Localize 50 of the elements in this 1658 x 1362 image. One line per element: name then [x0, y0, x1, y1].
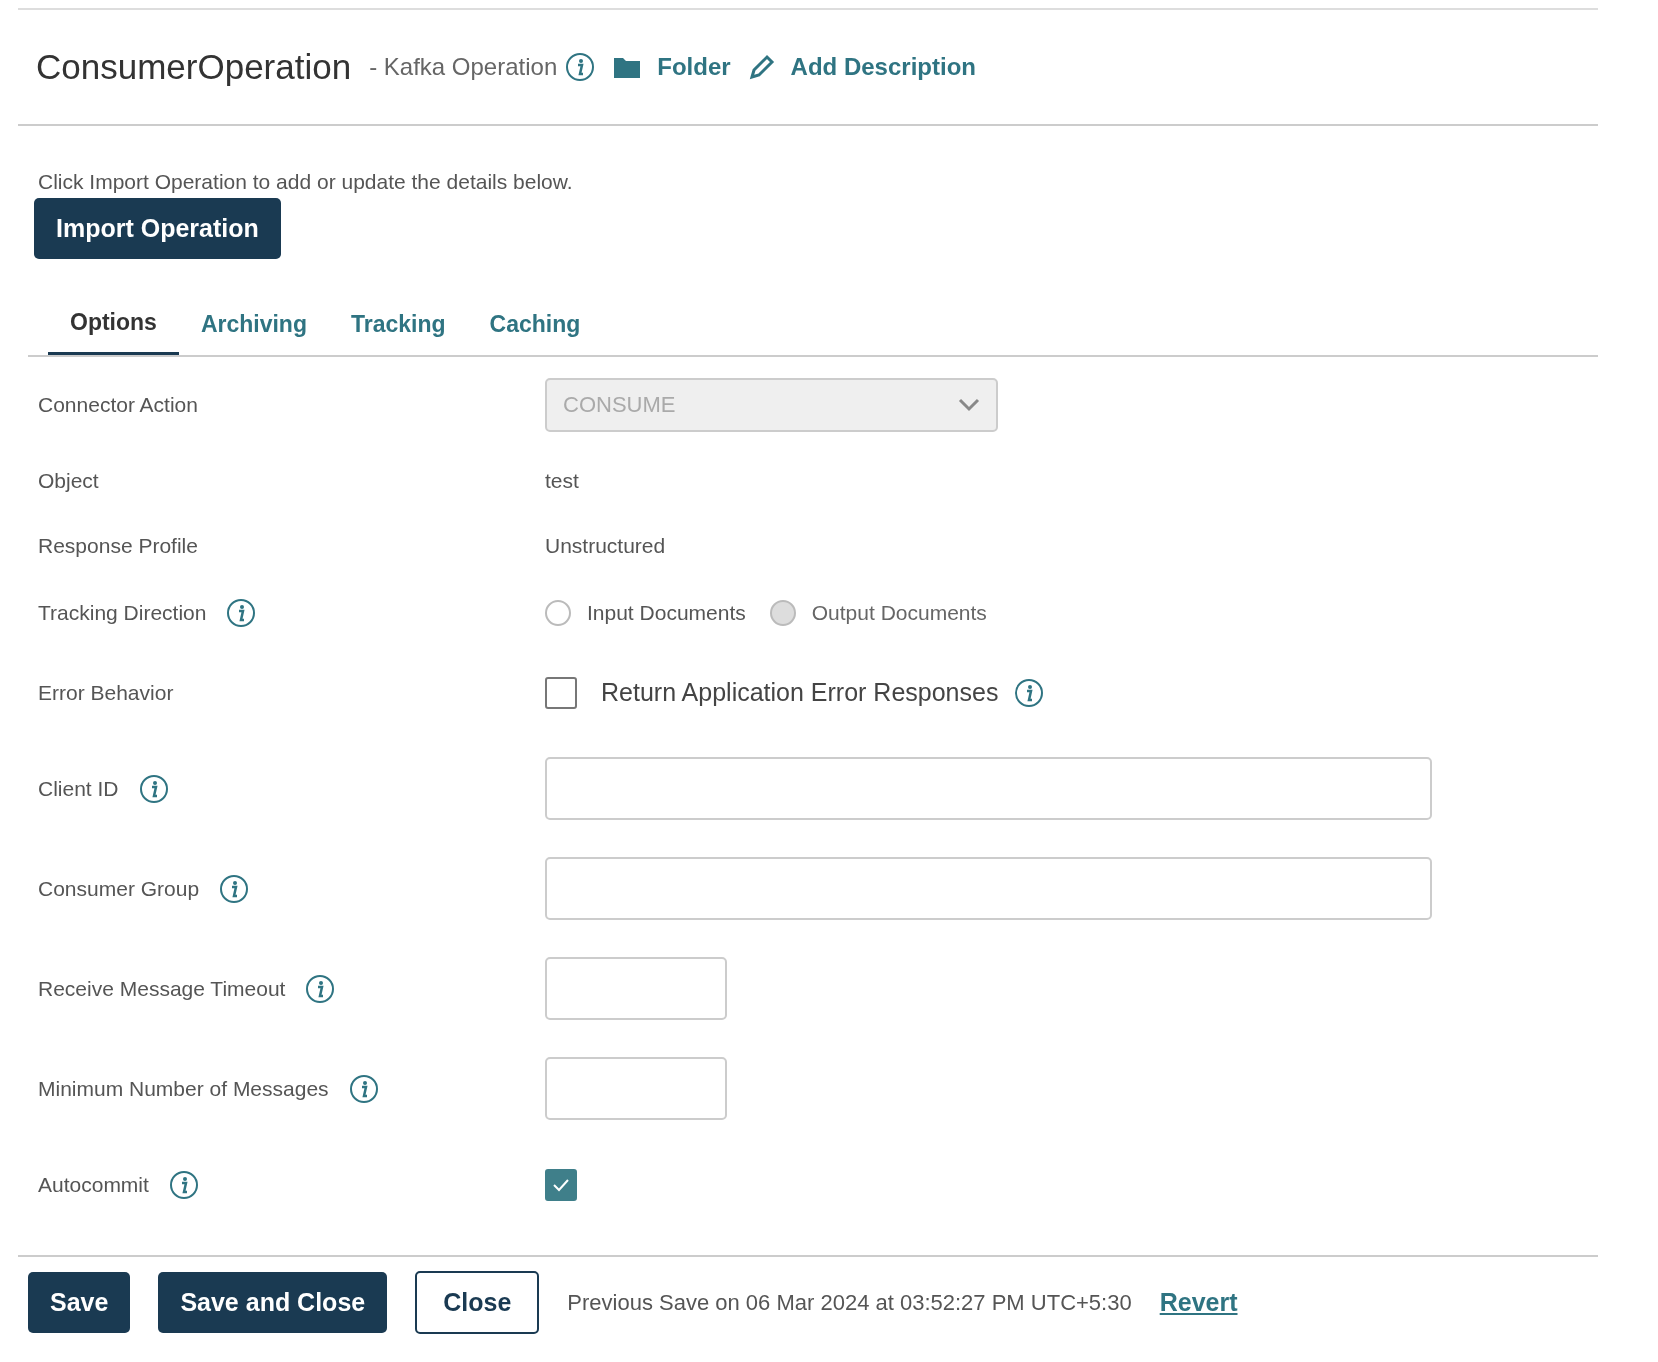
text-input[interactable] — [545, 957, 727, 1020]
tab[interactable]: Options — [48, 297, 179, 355]
radio-label: Output Documents — [811, 599, 987, 626]
radio-button[interactable] — [545, 599, 571, 626]
checkbox-label: Return Application Error Responses — [601, 676, 999, 708]
field-label: Connector Action — [38, 391, 198, 418]
operation-type: - Kafka Operation — [369, 52, 558, 82]
footer-button[interactable]: Save and Close — [158, 1271, 388, 1333]
field-label: Response Profile — [38, 533, 198, 560]
folder-link[interactable]: Folder — [613, 49, 731, 85]
radio-label: Input Documents — [587, 599, 746, 626]
info-icon[interactable] — [138, 773, 169, 804]
info-icon[interactable] — [168, 1169, 199, 1200]
field-label: Error Behavior — [38, 679, 174, 706]
field-value: Unstructured — [545, 533, 666, 560]
text-input[interactable] — [545, 857, 1432, 920]
footer-button[interactable]: Save — [28, 1271, 131, 1333]
page-title: ConsumerOperation — [36, 45, 352, 88]
field-label: Consumer Group — [38, 875, 200, 902]
info-icon[interactable] — [348, 1073, 379, 1104]
pencil-icon — [748, 54, 775, 80]
field-label: Client ID — [38, 775, 119, 802]
checkmark-icon — [552, 1177, 570, 1192]
info-icon[interactable] — [226, 597, 257, 628]
instruction-text: Click Import Operation to add or update the details below. — [38, 169, 574, 195]
chevron-icon — [958, 397, 980, 412]
field-label: Receive Message Timeout — [38, 975, 286, 1002]
tab[interactable]: Archiving — [178, 297, 329, 355]
field-label: Object — [38, 468, 99, 495]
text-input[interactable] — [545, 757, 1432, 820]
checkbox[interactable] — [545, 1168, 577, 1201]
revert-link[interactable]: Revert — [1159, 1283, 1238, 1321]
field-value: test — [545, 468, 579, 495]
info-icon[interactable] — [305, 973, 336, 1004]
field-label: Minimum Number of Messages — [38, 1075, 329, 1102]
folder-icon — [613, 55, 642, 79]
footer-button[interactable]: Close — [415, 1270, 540, 1334]
add-description-link[interactable]: Add Description — [748, 49, 976, 85]
tab[interactable]: Caching — [467, 297, 603, 355]
checkbox[interactable] — [545, 676, 577, 709]
info-icon[interactable] — [565, 52, 596, 82]
field-label: Tracking Direction — [38, 599, 207, 626]
info-icon[interactable] — [1014, 677, 1045, 708]
import-operation-button[interactable]: Import Operation — [34, 197, 281, 259]
text-input[interactable] — [545, 1057, 727, 1120]
save-status-text: Previous Save on 06 Mar 2024 at 03:52:27 PM UTC+5:30 — [567, 1288, 1132, 1317]
info-icon[interactable] — [219, 873, 250, 904]
field-label: Autocommit — [38, 1171, 149, 1198]
connector-action-select: CONSUME — [545, 377, 998, 432]
tab[interactable]: Tracking — [328, 297, 468, 355]
